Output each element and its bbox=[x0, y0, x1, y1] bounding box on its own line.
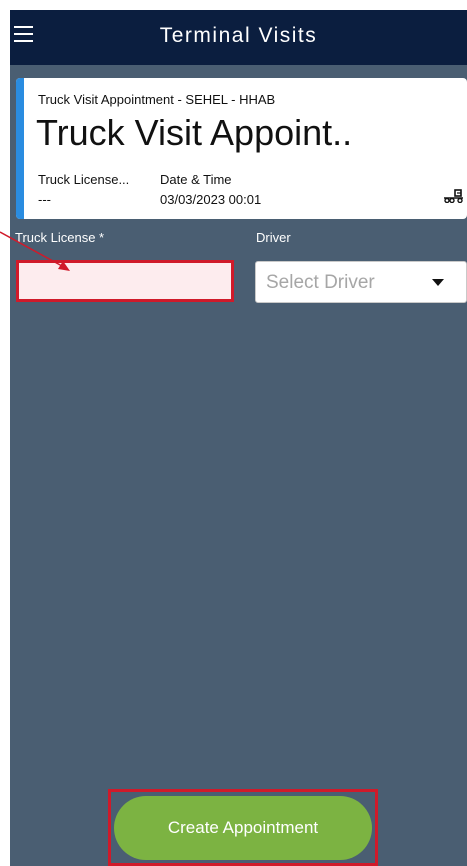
app-screen: Terminal Visits Truck Visit Appointment … bbox=[10, 10, 467, 866]
card-subtitle: Truck Visit Appointment - SEHEL - HHAB bbox=[38, 92, 276, 107]
driver-select[interactable]: Select Driver bbox=[255, 261, 467, 303]
truck-icon bbox=[444, 189, 463, 203]
appointment-card[interactable]: Truck Visit Appointment - SEHEL - HHAB T… bbox=[16, 78, 467, 219]
card-title: Truck Visit Appoint.. bbox=[36, 112, 353, 153]
screenshot-canvas: Terminal Visits Truck Visit Appointment … bbox=[0, 0, 467, 866]
card-truck-license-label: Truck License... bbox=[38, 172, 130, 187]
truck-license-input[interactable] bbox=[16, 260, 234, 302]
driver-label: Driver bbox=[256, 230, 291, 245]
driver-select-placeholder: Select Driver bbox=[266, 272, 375, 293]
card-date-time-label: Date & Time bbox=[160, 172, 232, 187]
app-bar: Terminal Visits bbox=[10, 10, 467, 65]
card-truck-license-value: --- bbox=[38, 192, 51, 207]
card-accent-bar bbox=[16, 78, 24, 219]
truck-license-label: Truck License * bbox=[15, 230, 105, 245]
card-date-time-value: 03/03/2023 00:01 bbox=[160, 192, 262, 207]
page-title: Terminal Visits bbox=[159, 24, 318, 47]
create-appointment-button[interactable]: Create Appointment bbox=[114, 796, 372, 860]
dropdown-arrow-icon bbox=[432, 279, 444, 286]
